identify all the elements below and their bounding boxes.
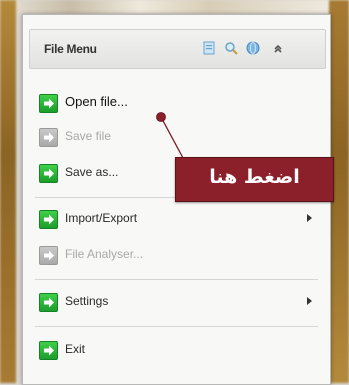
callout-dot [156,112,166,122]
callout-text: اضغط هنا [209,166,300,188]
callout-box: اضغط هنا [175,157,334,202]
